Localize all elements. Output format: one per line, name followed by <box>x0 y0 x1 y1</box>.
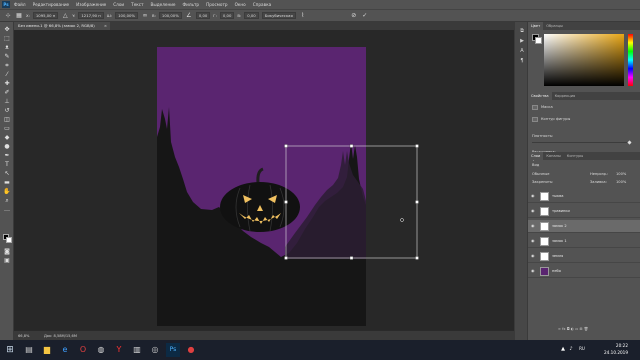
layer-name: замок 1 <box>552 239 567 243</box>
browser-icon[interactable]: ◍ <box>94 343 108 357</box>
tab-channels[interactable]: Каналы <box>543 152 563 160</box>
color-picker-field[interactable] <box>544 34 624 86</box>
fill-label: Заливка: <box>590 180 607 184</box>
visibility-eye-icon[interactable]: ◉ <box>531 254 536 258</box>
opera-icon[interactable]: O <box>76 343 90 357</box>
edge-browser-icon[interactable]: e <box>58 343 72 357</box>
layer-name: земля <box>552 254 564 258</box>
layer-thumbnail <box>540 237 549 246</box>
mask-icon <box>532 105 538 110</box>
properties-panel-tabs: Свойства Коррекция <box>528 92 640 100</box>
visibility-eye-icon[interactable]: ◉ <box>531 239 536 243</box>
yandex-icon[interactable]: Y <box>112 343 126 357</box>
hue-slider[interactable] <box>628 34 633 86</box>
transform-handle-br <box>415 256 419 260</box>
task-view-icon[interactable]: ▤ <box>22 343 36 357</box>
windows-start-icon[interactable]: ⊞ <box>3 343 17 357</box>
character-panel-icon[interactable]: A <box>518 48 526 55</box>
transform-handle-tl <box>284 144 288 148</box>
paragraph-panel-icon[interactable]: ¶ <box>518 58 526 65</box>
transform-handle-bm <box>349 256 354 260</box>
layer-name: небо <box>552 269 561 273</box>
recorder-icon[interactable]: ● <box>184 343 198 357</box>
clock-date: 24.10.2019 <box>604 350 628 355</box>
layer-thumbnail <box>540 252 549 261</box>
pixel-mask-icon[interactable] <box>532 117 538 122</box>
tab-properties[interactable]: Свойства <box>528 92 552 100</box>
tab-color[interactable]: Цвет <box>528 22 544 30</box>
adjustment-layer-icon[interactable]: ◐ <box>571 327 574 331</box>
actions-panel-icon[interactable]: ▶ <box>518 38 526 45</box>
properties-title: Маска <box>541 105 553 109</box>
properties-subtitle: Контур фигуры <box>541 117 571 121</box>
transform-handle-bl <box>284 256 288 260</box>
layer-thumbnail <box>540 222 549 231</box>
opacity-value[interactable]: 100% <box>616 172 626 176</box>
tab-swatches[interactable]: Образцы <box>543 22 566 30</box>
visibility-eye-icon[interactable]: ◉ <box>531 209 536 213</box>
layer-name: замок 2 <box>552 224 567 228</box>
color-panel-background-swatch[interactable] <box>535 37 542 44</box>
status-bar: 66,8% Док: 8,58М/15,6М <box>14 330 514 340</box>
transform-center-point <box>400 218 404 222</box>
density-slider[interactable] <box>532 139 632 145</box>
opacity-label: Непрозр.: <box>590 172 609 176</box>
link-layers-icon[interactable]: ∞ <box>558 327 561 331</box>
transform-handle-ml <box>284 200 288 204</box>
density-label: Плотность: <box>532 134 554 138</box>
tab-layers[interactable]: Слои <box>528 152 544 160</box>
layer-row[interactable]: ◉ тыква <box>528 190 640 203</box>
layer-name: тыква <box>552 194 564 198</box>
layer-row[interactable]: ◉ земля <box>528 250 640 263</box>
lock-label: Закрепить: <box>532 180 554 184</box>
layer-name: травинки <box>552 209 570 213</box>
network-icon[interactable]: ▲ <box>560 346 566 352</box>
delete-layer-icon[interactable]: 🗑 <box>584 327 589 331</box>
layers-panel-tabs: Слои Каналы Контуры <box>528 152 640 160</box>
system-clock[interactable]: 20:22 24.10.2019 <box>604 342 628 356</box>
windows-taskbar: ⊞ ▤ ▆ e O ◍ Y ▥ ◎ Ps ● ▲ ♪ RU 20:22 24.1… <box>0 340 640 360</box>
app-icon[interactable]: ◎ <box>148 343 162 357</box>
new-group-icon[interactable]: ▭ <box>575 327 578 331</box>
history-panel-icon[interactable]: ⧉ <box>518 28 526 35</box>
layer-row[interactable]: ◉ замок 1 <box>528 235 640 248</box>
layers-list: ◉ тыква ◉ травинки ◉ замок 2 ◉ замок 1 ◉… <box>528 190 640 300</box>
photoshop-taskbar-icon[interactable]: Ps <box>166 343 180 357</box>
visibility-eye-icon[interactable]: ◉ <box>531 269 536 273</box>
visibility-eye-icon[interactable]: ◉ <box>531 194 536 198</box>
layer-thumbnail <box>540 267 549 276</box>
explorer-icon[interactable]: ▆ <box>40 343 54 357</box>
fill-value[interactable]: 100% <box>616 180 626 184</box>
panel-icon-strip: ⧉ ▶ A ¶ <box>514 22 528 340</box>
transform-handle-tr <box>415 144 419 148</box>
clock-time: 20:22 <box>615 343 628 348</box>
visibility-eye-icon[interactable]: ◉ <box>531 224 536 228</box>
volume-icon[interactable]: ♪ <box>568 346 574 352</box>
density-slider-knob[interactable] <box>627 139 632 145</box>
tab-adjustments[interactable]: Коррекция <box>552 92 579 100</box>
transform-handle-mr <box>415 200 419 204</box>
layer-thumbnail <box>540 207 549 216</box>
layer-thumbnail <box>540 192 549 201</box>
layers-footer-icons: ∞ fx ◘ ◐ ▭ ⊞ 🗑 <box>558 327 588 331</box>
transform-handle-tm <box>349 144 354 148</box>
layer-style-icon[interactable]: fx <box>562 327 565 331</box>
layers-kind-filter[interactable]: Вид <box>532 163 539 167</box>
language-indicator[interactable]: RU <box>577 346 587 352</box>
tab-paths[interactable]: Контуры <box>564 152 586 160</box>
blend-mode-select[interactable]: Обычные <box>532 172 549 176</box>
layer-row[interactable]: ◉ травинки <box>528 205 640 218</box>
right-panels: Цвет Образцы Свойства Коррекция Маска Ко… <box>528 22 640 340</box>
files-icon[interactable]: ▥ <box>130 343 144 357</box>
color-panel-tabs: Цвет Образцы <box>528 22 640 30</box>
add-mask-icon[interactable]: ◘ <box>567 327 570 331</box>
layer-row[interactable]: ◉ небо <box>528 265 640 278</box>
layer-row-selected[interactable]: ◉ замок 2 <box>528 220 640 233</box>
new-layer-icon[interactable]: ⊞ <box>580 327 583 331</box>
